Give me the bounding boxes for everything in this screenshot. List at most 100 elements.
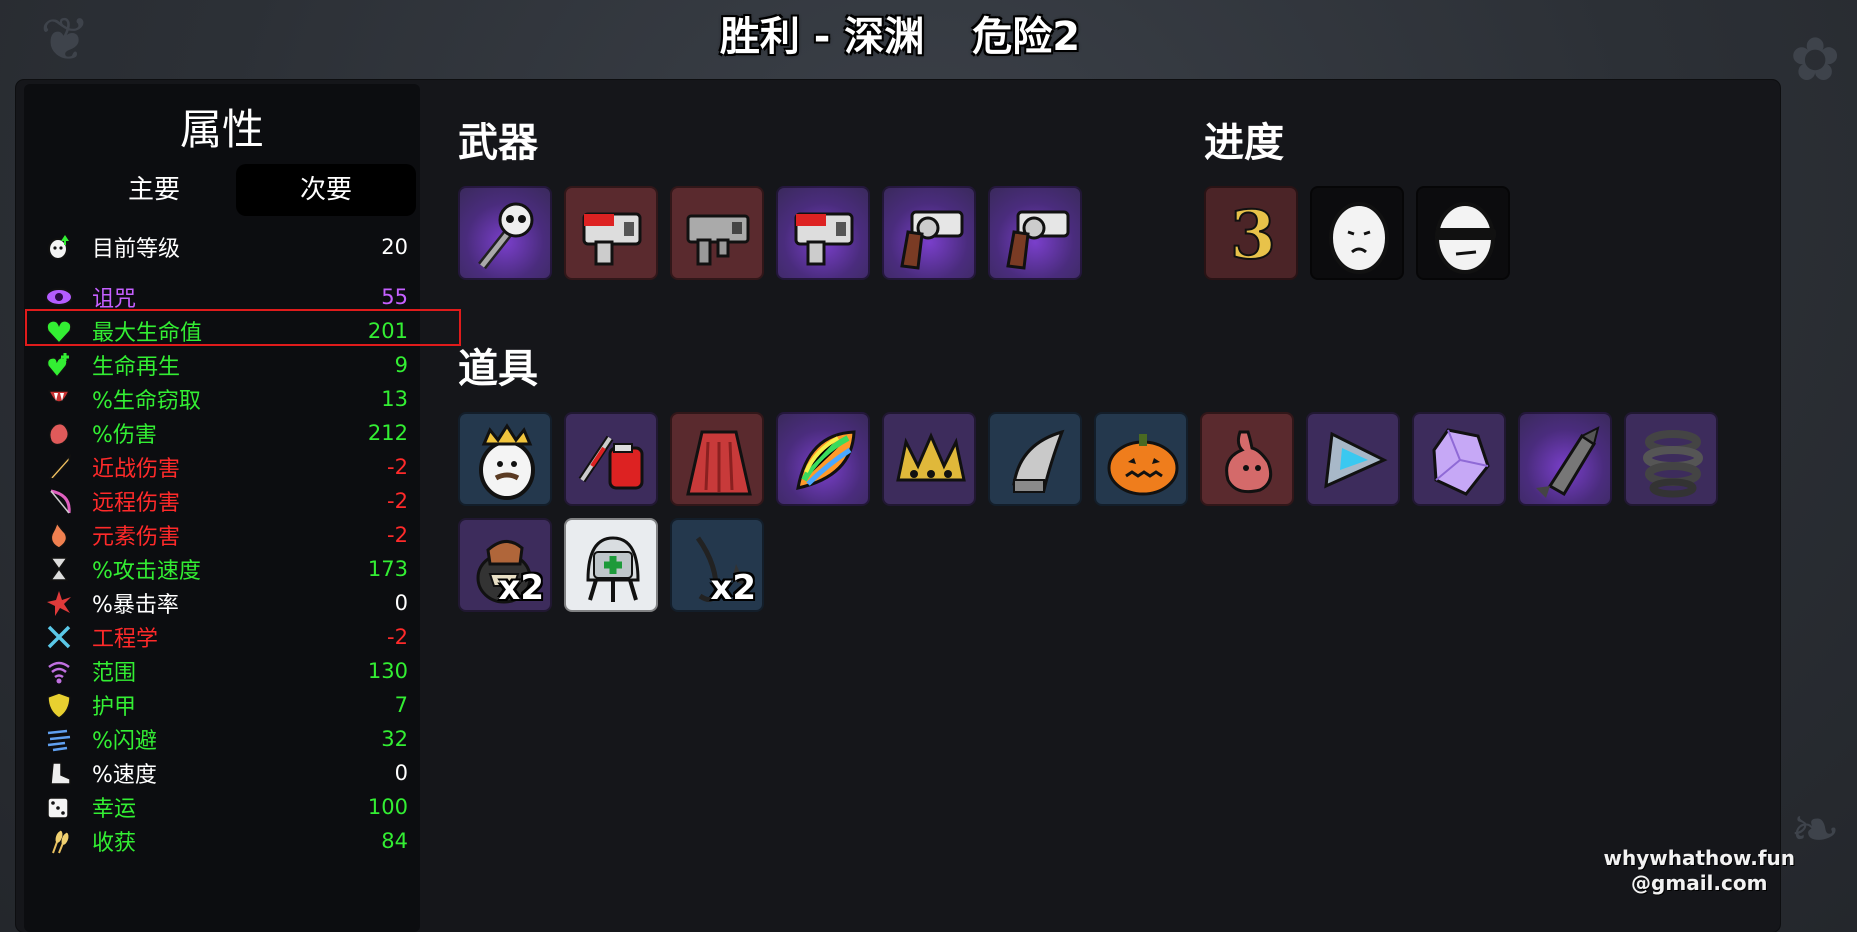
stat-row[interactable]: 护甲 7 <box>38 688 408 722</box>
stat-label: 生命再生 <box>92 355 181 380</box>
stat-row[interactable]: %速度 0 <box>38 756 408 790</box>
stat-value: 130 <box>367 659 408 683</box>
item-quantity: x2 <box>710 568 756 608</box>
weapon-slot[interactable] <box>458 186 552 280</box>
danger-level: 危险2 <box>972 14 1081 60</box>
engineering-wrench-icon <box>44 622 74 652</box>
tab-secondary-stats[interactable]: 次要 <box>236 164 416 216</box>
stat-value: 212 <box>367 421 408 445</box>
luck-dice-icon <box>44 792 74 822</box>
item-quantity: x2 <box>498 568 544 608</box>
dodge-wind-icon <box>44 724 74 754</box>
stat-row[interactable]: 生命再生 9 <box>38 348 408 382</box>
stat-label: %攻击速度 <box>92 559 201 584</box>
page-title: 胜利 - 深渊 危险2 <box>0 4 1800 62</box>
stat-value: 0 <box>394 761 408 785</box>
stat-label: %闪避 <box>92 729 157 754</box>
stat-value: 32 <box>381 727 408 751</box>
stat-label: 元素伤害 <box>92 525 181 550</box>
stat-value: 20 <box>381 235 408 259</box>
stat-row[interactable]: %闪避 32 <box>38 722 408 756</box>
watermark: whywhathow.fun @gmail.com <box>1604 846 1795 896</box>
range-waves-icon <box>44 656 74 686</box>
tab-primary-stats[interactable]: 主要 <box>64 164 244 216</box>
stat-row-level[interactable]: 目前等级 20 <box>38 230 408 264</box>
attack-speed-hourglass-icon <box>44 554 74 584</box>
item-slot[interactable] <box>564 412 658 506</box>
stat-value: 0 <box>394 591 408 615</box>
curse-eye-icon <box>44 282 74 312</box>
stat-row[interactable]: 元素伤害 -2 <box>38 518 408 552</box>
item-slot[interactable] <box>776 412 870 506</box>
speed-boot-icon <box>44 758 74 788</box>
weapon-slot[interactable] <box>564 186 658 280</box>
stat-value: 13 <box>381 387 408 411</box>
stat-label: 远程伤害 <box>92 491 181 516</box>
stat-label: 范围 <box>92 661 137 686</box>
weapon-slot[interactable] <box>670 186 764 280</box>
item-slot[interactable] <box>1306 412 1400 506</box>
melee-sword-icon <box>44 452 74 482</box>
stat-row[interactable]: %暴击率 0 <box>38 586 408 620</box>
stat-row[interactable]: 幸运 100 <box>38 790 408 824</box>
result-title: 胜利 - 深渊 <box>719 14 925 60</box>
stat-label: 目前等级 <box>92 237 181 262</box>
weapon-slot[interactable] <box>988 186 1082 280</box>
watermark-line2: @gmail.com <box>1631 871 1768 895</box>
stat-row[interactable]: %攻击速度 173 <box>38 552 408 586</box>
stat-value: 55 <box>381 285 408 309</box>
stats-tabs: 主要 次要 <box>64 164 416 216</box>
stat-row[interactable]: 近战伤害 -2 <box>38 450 408 484</box>
weapon-slot[interactable] <box>776 186 870 280</box>
watermark-line1: whywhathow.fun <box>1603 846 1795 870</box>
item-slot[interactable] <box>458 412 552 506</box>
stat-label: %暴击率 <box>92 593 179 618</box>
stat-label: 幸运 <box>92 797 137 822</box>
stat-row[interactable]: 收获 84 <box>38 824 408 858</box>
stats-panel: 属性 主要 次要 目前等级 20 诅咒 55 最大生命值 201 生命再生 9 %生命窃取 1… <box>24 84 420 932</box>
stat-row[interactable]: %伤害 212 <box>38 416 408 450</box>
regen-heart-icon <box>44 350 74 380</box>
item-slot[interactable] <box>1518 412 1612 506</box>
item-slot[interactable] <box>988 412 1082 506</box>
stat-value: 7 <box>394 693 408 717</box>
item-slot[interactable]: x2 <box>458 518 552 612</box>
stat-value: 84 <box>381 829 408 853</box>
stat-row[interactable]: %生命窃取 13 <box>38 382 408 416</box>
stats-title: 属性 <box>179 105 264 154</box>
item-slot[interactable] <box>1412 412 1506 506</box>
damage-muscle-icon <box>44 418 74 448</box>
stat-value: -2 <box>387 489 408 513</box>
items-title: 道具 <box>458 346 538 392</box>
progress-slot[interactable] <box>1310 186 1404 280</box>
weapons-title: 武器 <box>458 120 538 166</box>
progress-slot[interactable]: 3 <box>1204 186 1298 280</box>
item-slot[interactable] <box>1094 412 1188 506</box>
weapon-slot[interactable] <box>882 186 976 280</box>
stat-value: 173 <box>367 557 408 581</box>
stat-label: %伤害 <box>92 423 157 448</box>
stat-row[interactable]: 工程学 -2 <box>38 620 408 654</box>
stat-label: 近战伤害 <box>92 457 181 482</box>
armor-shield-icon <box>44 690 74 720</box>
item-slot[interactable] <box>882 412 976 506</box>
harvest-wheat-icon <box>44 826 74 856</box>
stat-value: -2 <box>387 523 408 547</box>
stat-label: %速度 <box>92 763 157 788</box>
lifesteal-fangs-icon <box>44 384 74 414</box>
stat-label: 工程学 <box>92 627 159 652</box>
item-slot[interactable] <box>1200 412 1294 506</box>
stat-value: 100 <box>367 795 408 819</box>
stat-value: -2 <box>387 625 408 649</box>
stat-row[interactable]: 范围 130 <box>38 654 408 688</box>
stat-value: 9 <box>394 353 408 377</box>
elemental-flame-icon <box>44 520 74 550</box>
progress-slot[interactable] <box>1416 186 1510 280</box>
item-slot[interactable]: x2 <box>670 518 764 612</box>
item-slot[interactable] <box>564 518 658 612</box>
crit-chance-icon <box>44 588 74 618</box>
stat-label: %生命窃取 <box>92 389 201 414</box>
item-slot[interactable] <box>670 412 764 506</box>
stat-row[interactable]: 远程伤害 -2 <box>38 484 408 518</box>
item-slot[interactable] <box>1624 412 1718 506</box>
